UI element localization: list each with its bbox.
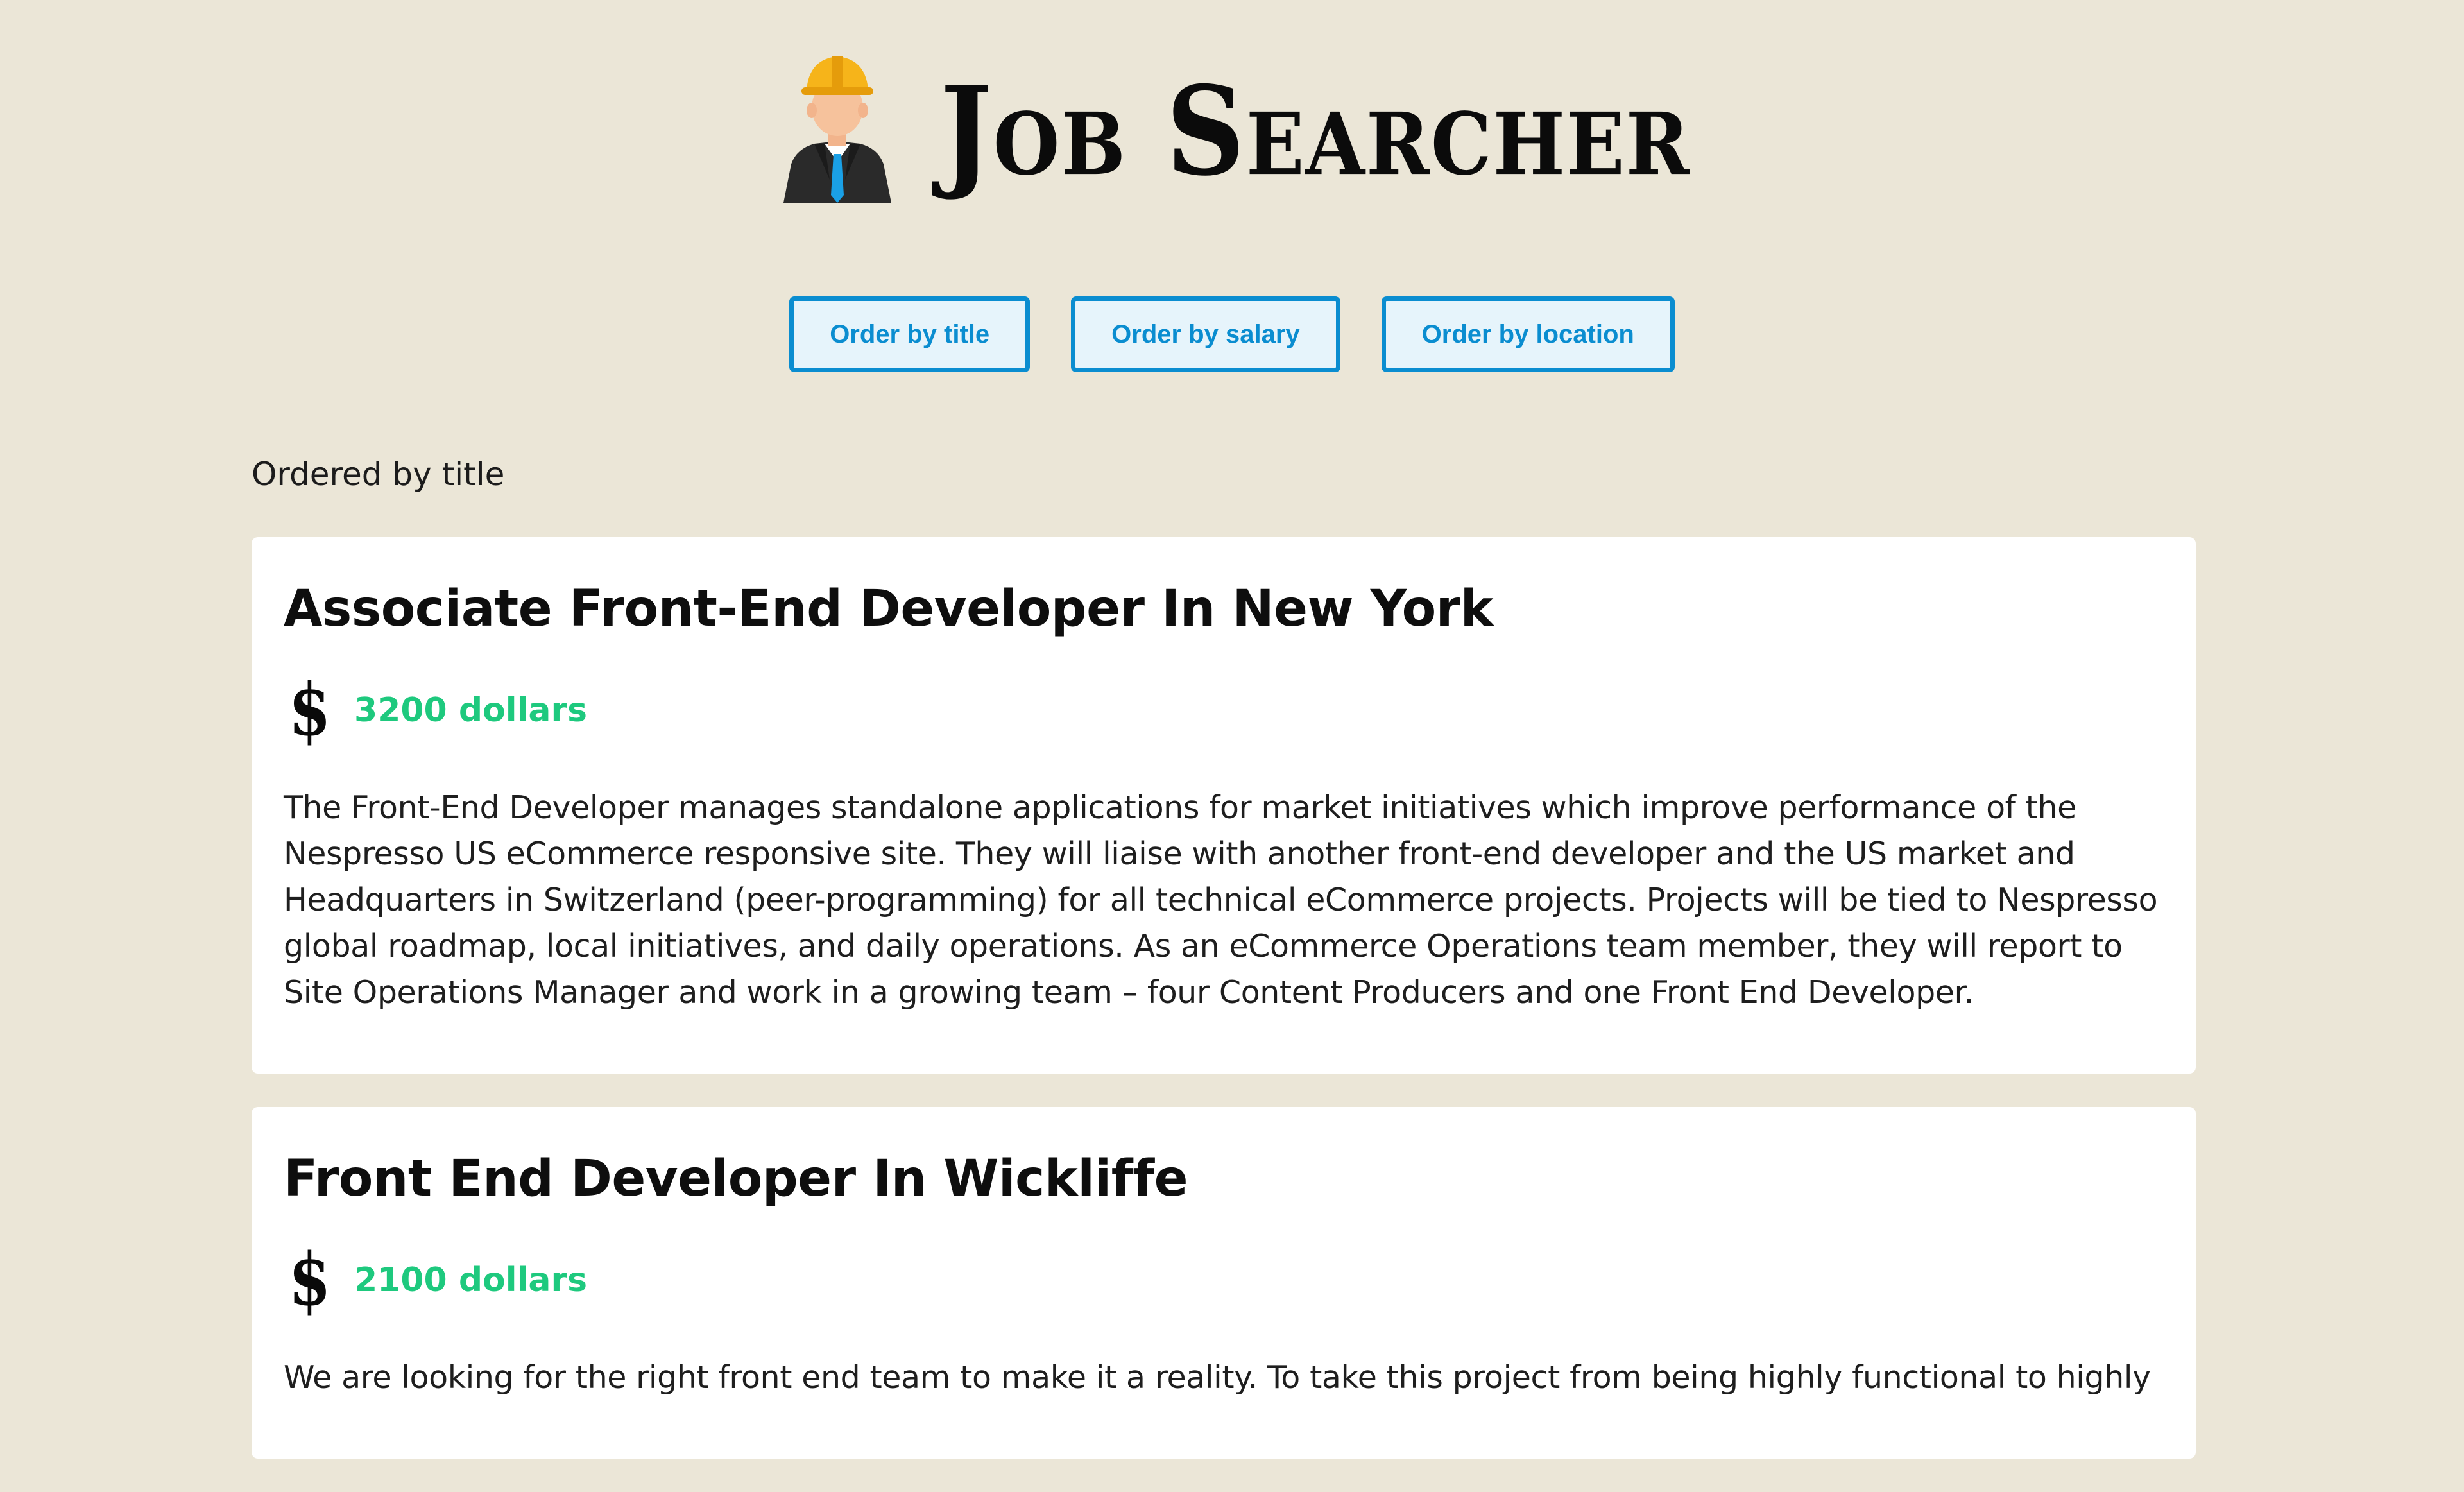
construction-worker-icon: [783, 56, 892, 203]
app-header: Job Searcher: [0, 45, 2464, 212]
job-title: Front End Developer In Wickliffe: [284, 1149, 1188, 1208]
salary-row: $ 3200 dollars: [284, 674, 2164, 746]
job-card: Front End Developer In Wickliffe $ 2100 …: [252, 1106, 2196, 1459]
job-description: We are looking for the right front end t…: [284, 1359, 2151, 1396]
job-salary: 2100 dollars: [354, 1260, 588, 1299]
app-title: Job Searcher: [940, 60, 1691, 203]
dollar-icon: $: [288, 1237, 331, 1322]
dollar-icon: $: [288, 667, 331, 752]
order-by-location-button[interactable]: Order by location: [1381, 296, 1675, 372]
sort-status-label: Ordered by title: [252, 456, 505, 493]
job-salary: 3200 dollars: [354, 690, 588, 730]
order-by-title-button[interactable]: Order by title: [789, 296, 1031, 372]
job-list: Associate Front-End Developer In New Yor…: [252, 537, 2196, 1492]
salary-row: $ 2100 dollars: [284, 1244, 2164, 1316]
sort-controls: Order by title Order by salary Order by …: [0, 296, 2464, 372]
job-description: The Front-End Developer manages standalo…: [284, 789, 2158, 1011]
job-title: Associate Front-End Developer In New Yor…: [284, 580, 1494, 638]
job-card: Associate Front-End Developer In New Yor…: [252, 537, 2196, 1074]
order-by-salary-button[interactable]: Order by salary: [1071, 296, 1340, 372]
